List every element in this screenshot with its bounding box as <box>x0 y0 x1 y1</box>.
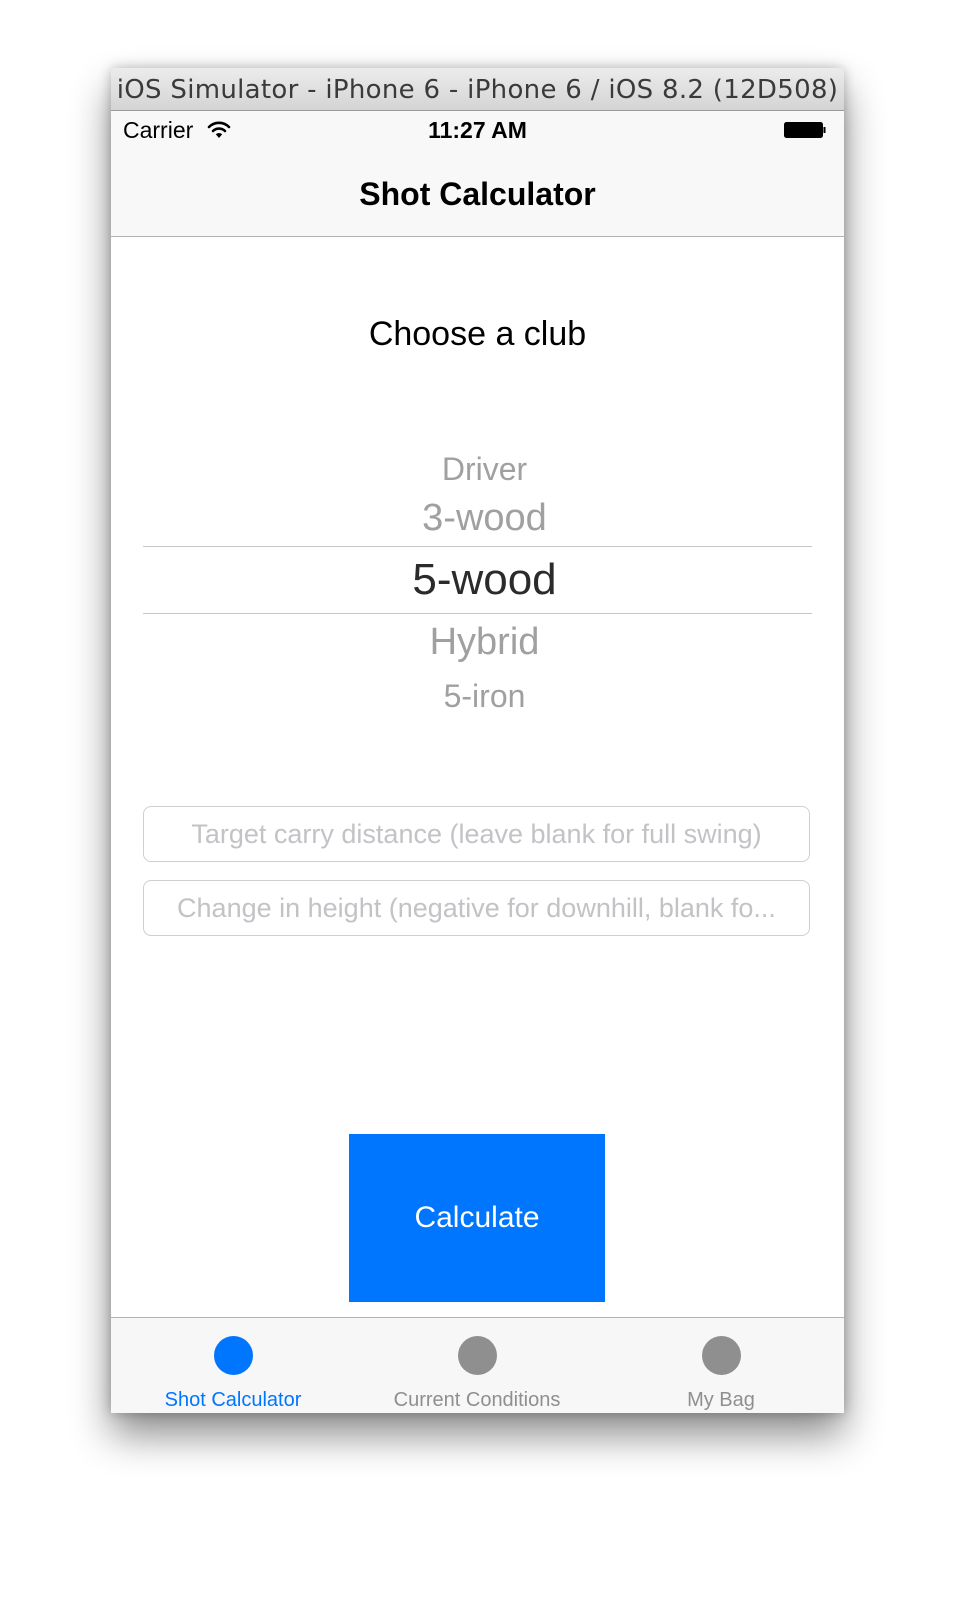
tab-label-shot-calculator: Shot Calculator <box>164 1389 302 1411</box>
club-picker[interactable]: Driver 3-wood 5-wood Hybrid 5-iron <box>143 441 812 714</box>
status-time: 11:27 AM <box>428 117 527 143</box>
choose-club-label: Choose a club <box>368 315 587 353</box>
phone-screen: Carrier 11:27 AM Shot Calculator Choose … <box>111 111 844 1413</box>
window-title: iOS Simulator - iPhone 6 - iPhone 6 / iO… <box>111 68 844 111</box>
tab-shot-calculator[interactable]: Shot Calculator <box>111 1318 355 1413</box>
tab-my-bag[interactable]: My Bag <box>599 1318 843 1413</box>
picker-item-3-wood[interactable]: 3-wood <box>143 497 826 540</box>
tab-bar: Shot Calculator Current Conditions My Ba… <box>111 1317 844 1413</box>
page-title: Shot Calculator <box>359 176 596 212</box>
picker-item-driver[interactable]: Driver <box>143 451 826 488</box>
picker-item-hybrid[interactable]: Hybrid <box>143 621 826 664</box>
picker-selection-line-top <box>143 546 812 547</box>
battery-icon <box>784 122 826 138</box>
tab-current-conditions[interactable]: Current Conditions <box>355 1318 599 1413</box>
navigation-bar: Shot Calculator <box>111 150 844 237</box>
calculate-button[interactable]: Calculate <box>349 1134 605 1302</box>
height-change-field[interactable]: Change in height (negative for downhill,… <box>143 880 810 936</box>
current-conditions-tab-icon <box>458 1336 497 1375</box>
simulator-window: iOS Simulator - iPhone 6 - iPhone 6 / iO… <box>111 68 844 1413</box>
picker-selection-line-bottom <box>143 613 812 614</box>
my-bag-tab-icon <box>702 1336 741 1375</box>
target-distance-field[interactable]: Target carry distance (leave blank for f… <box>143 806 810 862</box>
shot-calculator-tab-icon <box>214 1336 253 1375</box>
tab-label-my-bag: My Bag <box>687 1389 755 1411</box>
picker-item-5-wood[interactable]: 5-wood <box>143 555 826 605</box>
tab-label-current-conditions: Current Conditions <box>393 1389 561 1411</box>
status-bar: Carrier 11:27 AM <box>111 111 844 150</box>
picker-item-5-iron[interactable]: 5-iron <box>143 678 826 715</box>
